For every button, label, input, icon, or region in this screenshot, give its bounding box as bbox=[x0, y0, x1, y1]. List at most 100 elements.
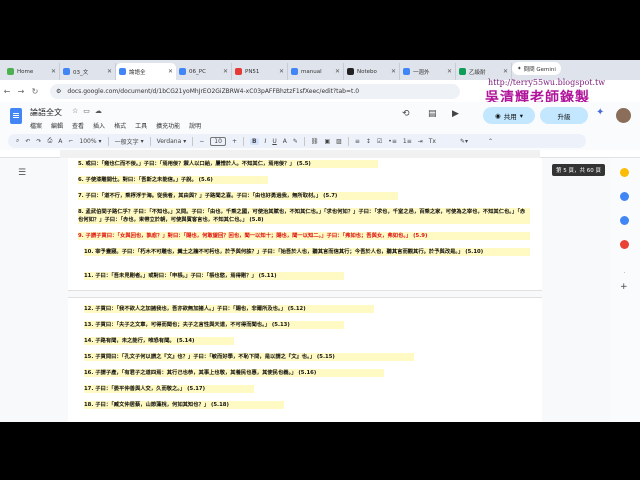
font-size-input[interactable]: 10 bbox=[210, 136, 226, 146]
paragraph-9[interactable]: 9. 子謂子貢曰：「女與回也，孰愈？」對曰：「賜也，何敢望回？回也，聞一以知十；… bbox=[78, 232, 530, 240]
url-text: docs.google.com/document/d/1bCG21yoMhJrE… bbox=[67, 87, 360, 95]
indent-icon[interactable]: ⇥ bbox=[418, 138, 423, 145]
close-icon[interactable]: ✕ bbox=[51, 68, 56, 75]
undo-icon[interactable]: ↶ bbox=[25, 138, 30, 145]
tab-3[interactable]: 06_PC ✕ bbox=[176, 63, 232, 80]
keep-icon[interactable] bbox=[620, 168, 629, 177]
paragraph-5[interactable]: 5. 或曰：「雍也仁而不佞。」子曰：「焉用佞？禦人以口給，屢憎於人。不知其仁，焉… bbox=[78, 160, 378, 168]
gemini-icon: ✦ bbox=[517, 65, 522, 72]
gemini-spark-icon[interactable]: ✦ bbox=[596, 107, 604, 118]
redo-icon[interactable]: ↷ bbox=[36, 138, 41, 145]
line-spacing-icon[interactable]: ↕ bbox=[366, 138, 371, 145]
docs-logo-icon[interactable] bbox=[10, 108, 22, 124]
tab-7[interactable]: 一週外 ✕ bbox=[400, 63, 456, 80]
paragraph-10[interactable]: 10. 宰予晝寢。子曰：「朽木不可雕也，糞土之牆不可杇也，於予與何誅？」子曰：「… bbox=[84, 248, 530, 256]
comment-icon[interactable]: ▤ bbox=[428, 109, 437, 119]
edit-mode-icon[interactable]: ✎▾ bbox=[460, 138, 468, 145]
paragraph-15[interactable]: 15. 子貢問曰：「孔文子何以謂之『文』也？」子曰：「敏而好學，不恥下問，是以謂… bbox=[84, 353, 414, 361]
paint-format-icon[interactable]: ⌐ bbox=[68, 138, 73, 145]
document-outline-icon[interactable]: ☰ bbox=[18, 168, 26, 178]
star-icon[interactable]: ☆ bbox=[72, 107, 78, 115]
increase-font-icon[interactable]: + bbox=[232, 138, 237, 145]
menu-insert[interactable]: 插入 bbox=[93, 121, 105, 130]
search-menus-icon[interactable]: ⌕ bbox=[16, 137, 19, 145]
spellcheck-icon[interactable]: A bbox=[58, 138, 62, 145]
tab-4[interactable]: PN51 ✕ bbox=[232, 63, 288, 80]
style-select[interactable]: 一般文字 ▾ bbox=[115, 137, 144, 146]
tab-label: 一週外 bbox=[413, 69, 430, 76]
gemini-button[interactable]: ✦ 問問 Gemini bbox=[512, 62, 561, 75]
history-icon[interactable]: ⟲ bbox=[402, 109, 410, 119]
ruler[interactable] bbox=[0, 150, 640, 158]
add-comment-icon[interactable]: ▣ bbox=[325, 138, 331, 145]
share-button[interactable]: ◉ 共用 ▾ bbox=[483, 107, 535, 124]
close-icon[interactable]: ✕ bbox=[279, 68, 284, 75]
menu-view[interactable]: 查看 bbox=[72, 121, 84, 130]
highlight-icon[interactable]: ✎ bbox=[293, 138, 298, 145]
font-select[interactable]: Verdana ▾ bbox=[157, 138, 187, 145]
menu-edit[interactable]: 編輯 bbox=[51, 121, 63, 130]
decrease-font-icon[interactable]: − bbox=[199, 138, 204, 145]
avatar[interactable] bbox=[616, 108, 631, 123]
back-icon[interactable]: ← bbox=[0, 87, 14, 96]
bold-icon[interactable]: B bbox=[249, 137, 259, 145]
site-info-icon[interactable]: ⚙ bbox=[56, 88, 61, 95]
move-folder-icon[interactable]: ▭ bbox=[83, 107, 90, 115]
tab-favicon bbox=[347, 68, 354, 75]
formatting-toolbar: ⌕ ↶ ↷ ⎙ A ⌐ 100% ▾ 一般文字 ▾ Verdana ▾ − 10 + … bbox=[8, 134, 586, 148]
menu-extensions[interactable]: 擴充功能 bbox=[156, 121, 180, 130]
paragraph-6[interactable]: 6. 子使漆雕開仕。對曰：「吾斯之未能信。」子說。 (5.6) bbox=[78, 176, 268, 184]
paragraph-8[interactable]: 8. 孟武伯問子路仁乎？子曰：「不知也。」又問。子曰：「由也，千乘之國，可使治其… bbox=[78, 208, 530, 224]
collapse-toolbar-icon[interactable]: ⌃ bbox=[488, 138, 493, 145]
reload-icon[interactable]: ↻ bbox=[28, 87, 42, 96]
close-icon[interactable]: ✕ bbox=[503, 68, 508, 75]
paragraph-18[interactable]: 18. 子曰：「臧文仲居蔡，山節藻梲，何如其知也？」 (5.18) bbox=[84, 401, 284, 409]
tab-2[interactable]: 論語全 ✕ bbox=[116, 63, 176, 80]
menu-format[interactable]: 格式 bbox=[114, 121, 126, 130]
menu-tools[interactable]: 工具 bbox=[135, 121, 147, 130]
close-icon[interactable]: ✕ bbox=[391, 68, 396, 75]
close-icon[interactable]: ✕ bbox=[447, 68, 452, 75]
zoom-select[interactable]: 100% ▾ bbox=[79, 138, 101, 145]
numbered-list-icon[interactable]: 1≡ bbox=[403, 138, 412, 145]
menu-help[interactable]: 說明 bbox=[189, 121, 201, 130]
meet-icon[interactable]: ▶ bbox=[452, 109, 459, 119]
document-title[interactable]: 論語全文 bbox=[30, 107, 62, 118]
paragraph-16[interactable]: 16. 子謂子產，「有君子之道四焉：其行己也恭，其事上也敬，其養民也惠，其使民也… bbox=[84, 369, 384, 377]
bulleted-list-icon[interactable]: •≡ bbox=[388, 138, 397, 145]
checklist-icon[interactable]: ☑ bbox=[377, 138, 382, 145]
upgrade-button[interactable]: 升級 bbox=[540, 107, 588, 124]
close-icon[interactable]: ✕ bbox=[107, 68, 112, 75]
maps-icon[interactable] bbox=[620, 240, 629, 249]
paragraph-17[interactable]: 17. 子曰：「晏平仲善與人交，久而敬之。」 (5.17) bbox=[84, 385, 254, 393]
contacts-icon[interactable] bbox=[620, 216, 629, 225]
clear-format-icon[interactable]: Tx bbox=[429, 138, 436, 145]
menu-file[interactable]: 檔案 bbox=[30, 121, 42, 130]
tasks-icon[interactable] bbox=[620, 192, 629, 201]
close-icon[interactable]: ✕ bbox=[335, 68, 340, 75]
divider bbox=[192, 136, 194, 146]
forward-icon[interactable]: → bbox=[14, 87, 28, 96]
tab-1[interactable]: 03_文 ✕ bbox=[60, 63, 116, 80]
cloud-saved-icon[interactable]: ☁ bbox=[95, 107, 102, 115]
paragraph-7[interactable]: 7. 子曰：「道不行，乘桴浮于海。從我者，其由與？」子路聞之喜。子曰：「由也好勇… bbox=[78, 192, 398, 200]
paragraph-12[interactable]: 12. 子貢曰：「我不欲人之加諸我也，吾亦欲無加諸人。」子曰：「賜也，非爾所及也… bbox=[84, 305, 374, 313]
close-icon[interactable]: ✕ bbox=[168, 68, 173, 75]
tab-6[interactable]: Notebo ✕ bbox=[344, 63, 400, 80]
image-icon[interactable]: ▨ bbox=[336, 138, 342, 145]
tab-0[interactable]: Home ✕ bbox=[4, 63, 60, 80]
address-bar[interactable]: ⚙ docs.google.com/document/d/1bCG21yoMhJ… bbox=[50, 83, 460, 99]
paragraph-14[interactable]: 14. 子路有聞，未之能行，唯恐有聞。 (5.14) bbox=[84, 337, 234, 345]
underline-icon[interactable]: U bbox=[272, 138, 276, 145]
tab-5[interactable]: manual ✕ bbox=[288, 63, 344, 80]
align-icon[interactable]: ≡ bbox=[355, 138, 360, 145]
paragraph-13[interactable]: 13. 子貢曰：「夫子之文章，可得而聞也；夫子之言性與天道，不可得而聞也。」 (… bbox=[84, 321, 344, 329]
print-icon[interactable]: ⎙ bbox=[47, 137, 52, 145]
close-icon[interactable]: ✕ bbox=[223, 68, 228, 75]
text-color-icon[interactable]: A bbox=[283, 138, 287, 145]
add-addon-icon[interactable]: + bbox=[620, 282, 628, 292]
paragraph-11[interactable]: 11. 子曰：「吾未見剛者。」或對曰：「申棖。」子曰：「棖也慾，焉得剛？」 (5… bbox=[84, 272, 344, 280]
document-canvas[interactable]: ☰ 5. 或曰：「雍也仁而不佞。」子曰：「焉用佞？禦人以口給，屢憎於人。不知其仁… bbox=[0, 158, 610, 422]
link-icon[interactable]: ⛓ bbox=[311, 138, 319, 145]
italic-icon[interactable]: I bbox=[265, 138, 267, 145]
